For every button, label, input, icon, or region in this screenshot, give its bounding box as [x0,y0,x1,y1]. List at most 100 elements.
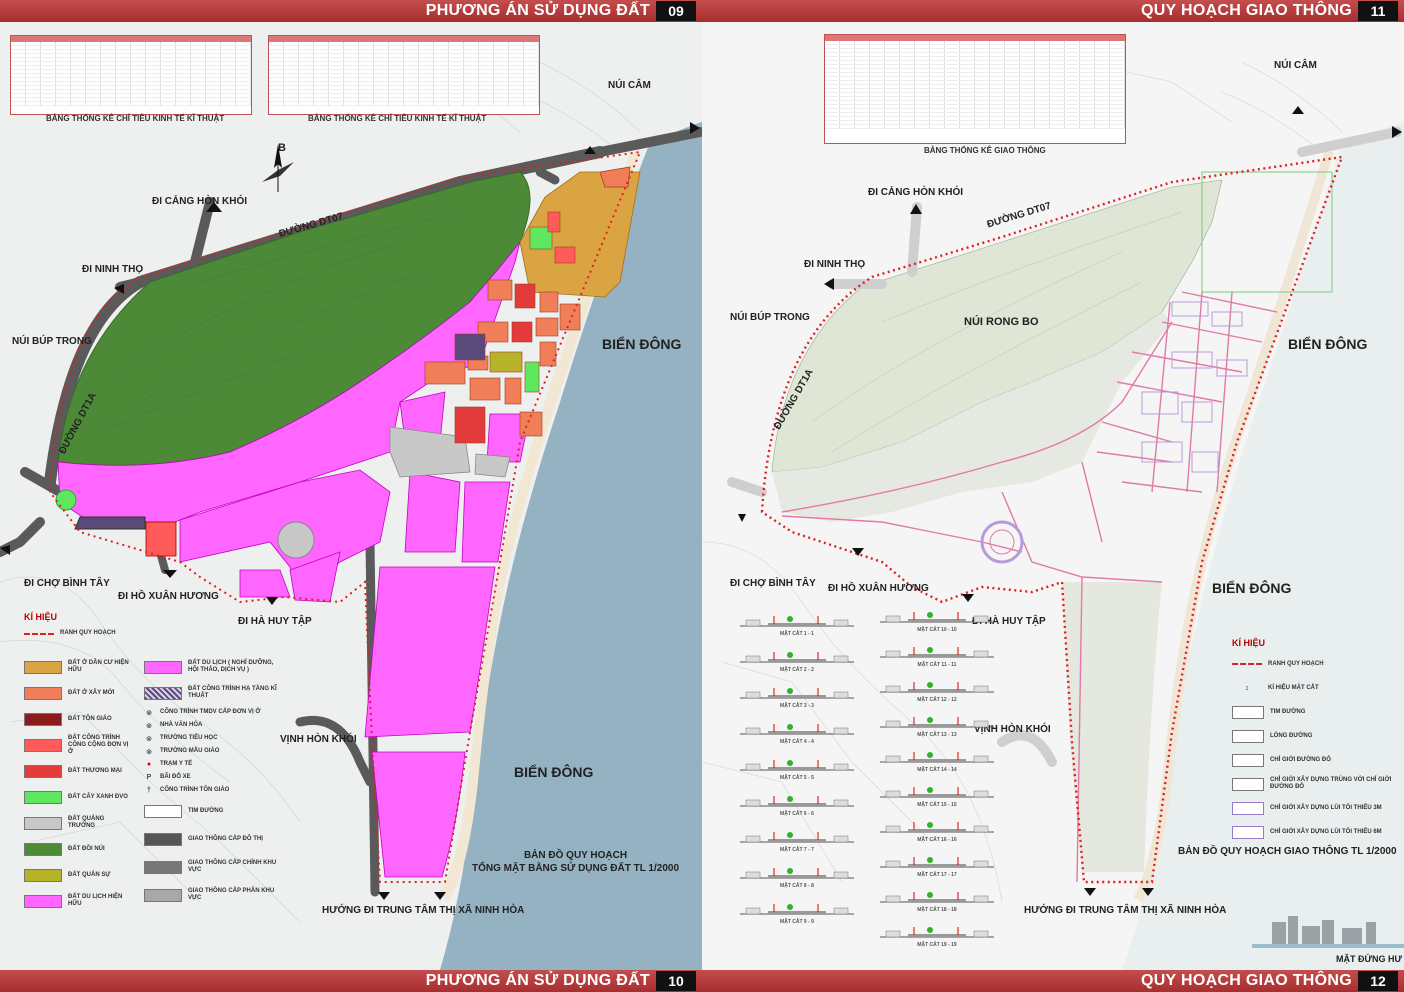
legend-swatch [24,712,62,726]
legend-colors-right: ĐẤT DU LỊCH ( NGHỈ DƯỠNG, HỘI THẢO, DỊCH… [144,654,284,909]
label-di-cang: ĐI CẢNG HÒN KHÓI [868,187,963,198]
label-nui-rong-bo: NÚI RONG BO [964,316,1039,328]
legend-label: ĐẤT CÔNG TRÌNH CÔNG CỘNG ĐƠN VỊ Ở [68,734,129,755]
legend-swatch [144,660,182,674]
sheet-footer-bar: QUY HOẠCH GIAO THÔNG 12 [702,970,1404,992]
cross-section-drawing [880,927,994,938]
legend-label: ĐẤT TÔN GIÁO [68,715,112,722]
cross-section-label: MẶT CẮT 1 - 1 [780,631,814,637]
cross-section-label: MẶT CẮT 9 - 9 [780,919,814,925]
cross-section: MẶT CẮT 11 - 11 [878,645,996,669]
legend-item: CHỈ GIỚI XÂY DỰNG LÙI TỐI THIỂU 6M [1232,820,1392,844]
legend-label: CHỈ GIỚI XÂY DỰNG LÙI TỐI THIỂU 3M [1270,804,1382,811]
legend-swatch [24,790,62,804]
legend-label: GIAO THÔNG CẤP ĐÔ THỊ [188,835,263,842]
label-di-ho: ĐI HỒ XUÂN HƯƠNG [118,591,219,602]
page-number: 10 [656,971,696,991]
cross-section-label: MẶT CẮT 11 - 11 [917,662,957,668]
label-di-cho: ĐI CHỢ BÌNH TÂY [24,578,110,589]
legend-label: ĐẤT DU LỊCH ( NGHỈ DƯỠNG, HỘI THẢO, DỊCH… [188,660,274,673]
sheet-title: PHƯƠNG ÁN SỬ DỤNG ĐẤT [425,2,650,19]
cross-section-drawing [880,612,994,623]
label-di-cang: ĐI CẢNG HÒN KHÓI [152,196,247,207]
label-nui-bup-trong: NÚI BÚP TRONG [12,336,92,347]
cross-section-drawing [880,752,994,763]
legend-swatch [24,842,62,856]
legend-title: KÍ HIỆU [24,612,58,622]
cross-section-label: MẶT CẮT 3 - 3 [780,703,814,709]
cross-section-drawing [880,857,994,868]
legend-swatch [24,764,62,778]
legend-symbol-icon: ⊚ [146,722,152,730]
cross-section: MẶT CẮT 9 - 9 [738,902,856,926]
legend-colors-left: ĐẤT Ở DÂN CƯ HIỆN HỮU ĐẤT Ở XÂY MỚI ĐẤT TÔ… [24,654,132,914]
legend: KÍ HIỆU RANH QUY HOẠCH ↕ KÍ HIỆU MẶT CẮT TI… [1232,638,1392,844]
label-bien-dong: BIỂN ĐÔNG [1288,336,1368,352]
cross-section-drawing [740,760,854,771]
legend-swatch [1232,777,1264,791]
cross-section-label: MẶT CẮT 7 - 7 [780,847,814,853]
legend-swatch [1232,729,1264,743]
cross-section: MẶT CẮT 14 - 14 [878,750,996,774]
stats-table-2 [268,35,540,115]
legend-item: TIM ĐƯỜNG [1232,700,1392,724]
legend-item: GIAO THÔNG CẤP CHÍNH KHU VỰC [144,853,284,881]
legend-label: CÔNG TRÌNH TMDV CẤP ĐƠN VỊ Ở [160,709,261,715]
sheet-title: PHƯƠNG ÁN SỬ DỤNG ĐẤT [425,972,650,989]
cross-section: MẶT CẮT 15 - 15 [878,785,996,809]
cross-section-label: MẶT CẮT 12 - 12 [917,697,957,703]
sheet-footer-bar: PHƯƠNG ÁN SỬ DỤNG ĐẤT 10 [0,970,702,992]
legend-item: GIAO THÔNG CẤP PHÂN KHU VỰC [144,881,284,909]
cross-section-drawing [740,796,854,807]
table-caption: BẢNG THỐNG KÊ CHỈ TIÊU KINH TẾ KĨ THUẬT [46,114,225,123]
legend-label: ĐẤT Ở XÂY MỚI [68,689,115,696]
legend-item: ĐẤT DU LỊCH ( NGHỈ DƯỠNG, HỘI THẢO, DỊCH… [144,654,284,680]
cross-section: MẶT CẮT 3 - 3 [738,686,856,710]
legend-label: LÒNG ĐƯỜNG [1270,732,1313,739]
map-title-line: TỔNG MẶT BẰNG SỬ DỤNG ĐẤT TL 1/2000 [472,863,680,874]
boundary-swatch [24,632,54,635]
label-bien-dong: BIỂN ĐÔNG [514,764,594,780]
cross-section-label: MẶT CẮT 8 - 8 [780,883,814,889]
legend-item: TIM ĐƯỜNG [144,797,284,825]
legend-label: CÔNG TRÌNH TÔN GIÁO [160,787,230,793]
legend-label: TIM ĐƯỜNG [1270,708,1306,715]
legend-item: ĐẤT THƯƠNG MẠI [24,758,132,784]
sheet-title: QUY HOẠCH GIAO THÔNG [1140,972,1352,989]
table-caption: BẢNG THỐNG KÊ CHỈ TIÊU KINH TẾ KĨ THUẬT [308,114,487,123]
legend-item: ● TRẠM Y TẾ [144,758,284,771]
legend-item: † CÔNG TRÌNH TÔN GIÁO [144,784,284,797]
legend-label: ĐẤT ĐỒI NÚI [68,845,105,852]
legend-swatch [24,816,62,830]
cross-section-drawing [740,832,854,843]
legend-item: ĐẤT CÔNG TRÌNH CÔNG CỘNG ĐƠN VỊ Ở [24,732,132,758]
legend-label: GIAO THÔNG CẤP CHÍNH KHU VỰC [188,860,277,873]
legend-symbol-icon: ⊚ [146,735,152,743]
legend-item: ĐẤT CÂY XANH ĐVO [24,784,132,810]
legend-swatch [24,894,62,908]
transport-sheet: QUY HOẠCH GIAO THÔNG 11 BẢNG THỐNG KÊ GI… [702,0,1404,992]
cross-section-label: MẶT CẮT 18 - 18 [917,907,957,913]
legend-label: TIM ĐƯỜNG [188,807,224,814]
legend-label: NHÀ VĂN HÓA [160,722,203,728]
legend-swatch [144,860,182,874]
legend-swatch [144,804,182,818]
legend-item: ĐẤT QUÂN SỰ [24,862,132,888]
legend-swatch [24,868,62,882]
label-vinh: VỊNH HÒN KHÓI [280,734,357,745]
legend-item: ⊚ NHÀ VĂN HÓA [144,719,284,732]
legend-swatch [24,660,62,674]
map-title: BẢN ĐỒ QUY HOẠCH TỔNG MẶT BẰNG SỬ DỤNG Đ… [472,849,679,875]
legend-title: KÍ HIỆU [1232,638,1266,648]
cross-section: MẶT CẮT 6 - 6 [738,794,856,818]
cross-section: MẶT CẮT 13 - 13 [878,715,996,739]
legend-item: P BÃI ĐỖ XE [144,771,284,784]
legend-swatch [144,832,182,846]
page-number: 09 [656,1,696,21]
legend-swatch [1232,825,1264,839]
cross-section-label: MẶT CẮT 4 - 4 [780,739,814,745]
label-huong: HƯỚNG ĐI TRUNG TÂM THỊ XÃ NINH HÒA [322,905,525,916]
cross-section-drawing [740,724,854,735]
sheet-title: QUY HOẠCH GIAO THÔNG [1140,2,1352,19]
legend-label: CHỈ GIỚI XÂY DỰNG TRÙNG VỚI CHỈ GIỚI ĐƯỜ… [1270,777,1392,790]
